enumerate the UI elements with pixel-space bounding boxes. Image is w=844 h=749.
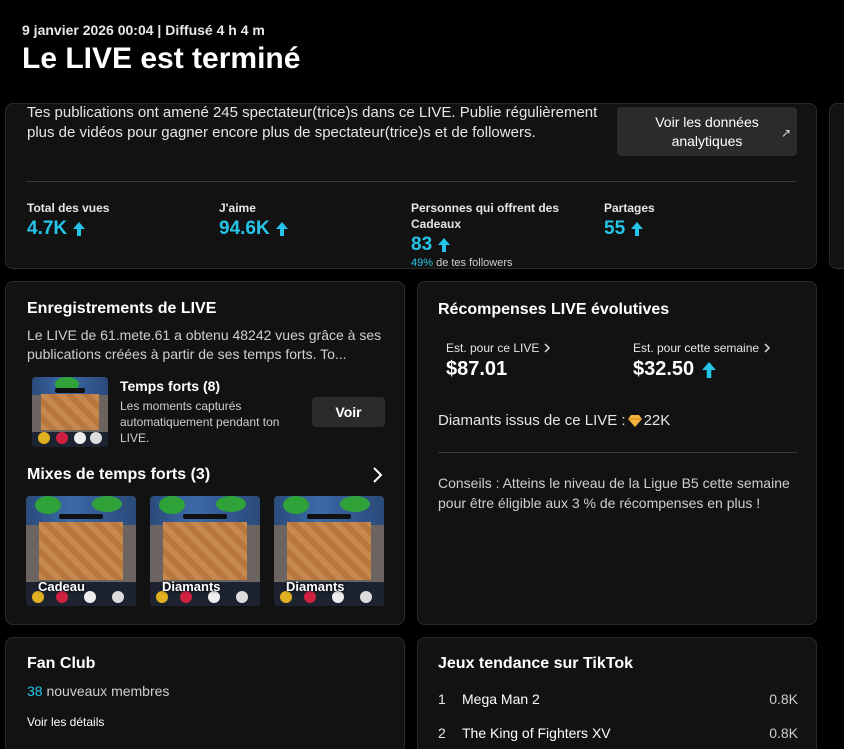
- est-live-value: $87.01: [446, 358, 508, 380]
- live-meta: 9 janvier 2026 00:04 | Diffusé 4 h 4 m: [22, 22, 265, 38]
- stat-subtext: 49% de tes followers: [411, 257, 581, 269]
- chevron-right-icon: [544, 343, 551, 353]
- arrow-up-icon: [702, 361, 717, 378]
- stat-label: Personnes qui offrent des Cadeaux: [411, 201, 560, 231]
- stat-label: Partages: [604, 201, 655, 215]
- trending-games-card: Jeux tendance sur TikTok 1 Mega Man 2 0.…: [417, 637, 817, 749]
- mix-thumbnail[interactable]: Cadeau: [26, 496, 136, 606]
- arrow-up-icon: [275, 222, 288, 236]
- new-members-count: 38: [27, 683, 43, 699]
- view-analytics-label: Voir les données analytiques: [655, 113, 759, 149]
- live-recordings-card: Enregistrements de LIVE Le LIVE de 61.me…: [5, 281, 405, 625]
- game-name: Mega Man 2: [462, 691, 540, 707]
- game-count: 0.8K: [769, 691, 798, 707]
- stat-label: J'aime: [219, 201, 256, 215]
- stat-sub-percent: 49%: [411, 257, 434, 269]
- recordings-title: Enregistrements de LIVE: [27, 300, 217, 317]
- summary-text: Tes publications ont amené 245 spectateu…: [27, 104, 598, 141]
- stat-number: 55: [604, 218, 626, 239]
- view-highlights-button[interactable]: Voir: [312, 397, 385, 427]
- mix-thumbnail[interactable]: Diamants: [150, 496, 260, 606]
- est-live-link[interactable]: Est. pour ce LIVE: [446, 341, 551, 355]
- est-week-label: Est. pour cette semaine: [633, 341, 760, 355]
- new-members: 38 nouveaux membres: [27, 683, 169, 699]
- side-card: [829, 103, 844, 269]
- rewards-title: Récompenses LIVE évolutives: [438, 301, 670, 318]
- stat-value: 55: [604, 218, 655, 240]
- highlights-thumbnail[interactable]: [32, 377, 108, 447]
- chevron-right-icon: [764, 343, 771, 353]
- stat-number: 94.6K: [219, 218, 270, 239]
- mix-label: Cadeau: [38, 579, 85, 594]
- rewards-tip: Conseils : Atteins le niveau de la Ligue…: [438, 475, 790, 511]
- view-details-link[interactable]: Voir les détails: [27, 715, 104, 729]
- diamonds-label: Diamants issus de ce LIVE :: [438, 412, 626, 429]
- stat-value: 4.7K: [27, 218, 109, 240]
- fan-club-card: Fan Club 38 nouveaux membres Voir les dé…: [5, 637, 405, 749]
- mix-label: Diamants: [162, 579, 221, 594]
- trending-games-title: Jeux tendance sur TikTok: [438, 655, 634, 672]
- est-week-link[interactable]: Est. pour cette semaine: [633, 341, 771, 355]
- stat-value: 94.6K: [219, 218, 288, 240]
- est-live-label: Est. pour ce LIVE: [446, 341, 540, 355]
- mix-label: Diamants: [286, 579, 345, 594]
- external-arrow-icon: ↗: [780, 126, 791, 140]
- game-count: 0.8K: [769, 725, 798, 741]
- highlights-description: Les moments capturés automatiquement pen…: [120, 399, 280, 445]
- game-rank: 1: [438, 691, 446, 707]
- chevron-right-icon[interactable]: [370, 466, 384, 484]
- fan-club-title: Fan Club: [27, 655, 96, 672]
- stat-gifters: Personnes qui offrent des Cadeaux 83 49%…: [411, 200, 581, 269]
- divider: [26, 181, 796, 182]
- est-week-value: $32.50: [633, 358, 717, 381]
- new-members-text: nouveaux membres: [42, 683, 170, 699]
- stat-sub-text: de tes followers: [433, 257, 513, 269]
- summary-card: Tes publications ont amené 245 spectateu…: [5, 103, 817, 269]
- stat-total-views: Total des vues 4.7K: [27, 200, 109, 240]
- live-rewards-card: Récompenses LIVE évolutives Est. pour ce…: [417, 281, 817, 625]
- stat-number: 4.7K: [27, 218, 68, 239]
- view-analytics-button[interactable]: Voir les données analytiques ↗: [617, 107, 797, 156]
- stat-number: 83: [411, 234, 433, 255]
- stat-likes: J'aime 94.6K: [219, 200, 288, 240]
- mix-thumbnail[interactable]: Diamants: [274, 496, 384, 606]
- diamonds-value: 22K: [643, 412, 671, 429]
- arrow-up-icon: [631, 222, 644, 236]
- stat-label: Total des vues: [27, 201, 110, 215]
- highlights-title: Temps forts (8): [120, 378, 221, 394]
- diamonds-line: Diamants issus de ce LIVE : 22K: [438, 412, 670, 429]
- divider: [438, 452, 797, 453]
- mixes-title: Mixes de temps forts (3): [27, 466, 211, 483]
- stat-value: 83: [411, 234, 581, 256]
- diamond-icon: [627, 414, 642, 427]
- arrow-up-icon: [73, 222, 86, 236]
- game-screenshot: [32, 377, 108, 447]
- stat-shares: Partages 55: [604, 200, 655, 240]
- est-week-number: $32.50: [633, 358, 695, 380]
- recordings-description: Le LIVE de 61.mete.61 a obtenu 48242 vue…: [27, 327, 382, 362]
- game-name: The King of Fighters XV: [462, 725, 611, 741]
- arrow-up-icon: [438, 238, 451, 252]
- page-title: Le LIVE est terminé: [22, 42, 301, 75]
- game-rank: 2: [438, 725, 446, 741]
